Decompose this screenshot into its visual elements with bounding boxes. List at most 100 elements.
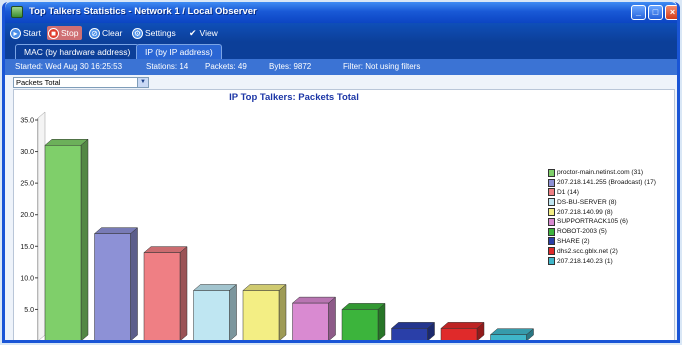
status-bar: Started: Wed Aug 30 16:25:53 Stations: 1… — [5, 59, 677, 75]
bar-top — [440, 322, 485, 329]
legend-swatch — [548, 247, 555, 256]
bar-top — [489, 328, 535, 335]
chevron-down-icon[interactable]: ▼ — [137, 78, 148, 87]
y-tick-label: 30.0 — [20, 149, 34, 156]
view-button[interactable]: ✔ View — [189, 26, 218, 40]
bar-side — [229, 283, 237, 340]
y-tick-label: 15.0 — [20, 244, 34, 251]
bar-top — [44, 139, 89, 146]
tab-bar: MAC (by hardware address) IP (by IP addr… — [5, 42, 677, 59]
bar-side — [328, 296, 336, 340]
y-tick-label: 25.0 — [20, 181, 34, 188]
legend-label: 207.218.140.23 (1) — [557, 257, 613, 265]
legend-label: dhs2.scc.gblx.net (2) — [557, 247, 618, 255]
legend-label: 207.218.140.99 (8) — [557, 208, 613, 216]
app-window: Top Talkers Statistics - Network 1 / Loc… — [2, 2, 680, 343]
bar — [44, 145, 82, 340]
settings-icon: ⚙ — [132, 27, 143, 39]
stop-label: Stop — [61, 28, 79, 38]
legend-swatch — [548, 188, 555, 197]
bar-top — [291, 296, 337, 304]
bar — [391, 328, 428, 340]
bar — [143, 252, 181, 340]
legend-label: proctor-main.netinst.com (31) — [557, 169, 644, 177]
title-bar[interactable]: Top Talkers Statistics - Network 1 / Loc… — [5, 2, 677, 23]
metric-select[interactable]: Packets Total ▼ — [13, 77, 149, 88]
metric-select-value: Packets Total — [16, 78, 61, 87]
bar-side — [130, 227, 138, 340]
legend-item: DS-BU-SERVER (8) — [548, 197, 676, 207]
settings-label: Settings — [145, 28, 176, 38]
legend-label: SHARE (2) — [557, 237, 590, 245]
legend-item: proctor-main.netinst.com (31) — [548, 168, 676, 178]
window-title: Top Talkers Statistics - Network 1 / Loc… — [29, 6, 257, 17]
app-icon — [11, 6, 23, 18]
bar — [193, 290, 230, 340]
legend-swatch — [548, 198, 555, 207]
legend-item: ROBOT-2003 (5) — [548, 227, 676, 237]
view-label: View — [199, 28, 218, 38]
y-tick-label: 20.0 — [20, 212, 34, 219]
chart-area: IP Top Talkers: Packets Total 35.0 30.0 25… — [13, 89, 676, 340]
bar — [94, 233, 131, 340]
legend-swatch — [548, 227, 555, 236]
legend-item: 207.218.141.255 (Broadcast) (17) — [548, 178, 676, 188]
legend-label: DS-BU-SERVER (8) — [557, 198, 617, 206]
legend-swatch — [548, 208, 555, 217]
legend-item: dhs2.scc.gblx.net (2) — [548, 246, 676, 256]
tab-ip[interactable]: IP (by IP address) — [136, 44, 222, 59]
bar-top — [390, 322, 436, 329]
clear-label: Clear — [102, 28, 123, 38]
legend-label: ROBOT-2003 (5) — [557, 228, 607, 236]
status-stations: Stations: 14 — [146, 62, 189, 71]
view-check-icon: ✔ — [189, 27, 197, 38]
legend-swatch — [548, 168, 555, 177]
legend-swatch — [548, 257, 555, 266]
chart-back-wall — [37, 111, 46, 340]
legend-label: 207.218.141.255 (Broadcast) (17) — [557, 179, 656, 187]
bar — [292, 302, 329, 340]
play-icon: ▸ — [10, 27, 21, 39]
legend-item: SUPPORTRACK105 (6) — [548, 217, 676, 227]
bar-top — [143, 246, 188, 253]
y-tick-label: 5.0 — [24, 307, 34, 314]
minimize-button[interactable]: _ — [631, 5, 646, 20]
chart-legend: proctor-main.netinst.com (31) 207.218.141… — [548, 168, 676, 266]
clear-button[interactable]: ⊘ Clear — [89, 26, 122, 40]
y-tick-label: 10.0 — [20, 275, 34, 282]
legend-item: D1 (14) — [548, 188, 676, 198]
bar — [440, 328, 478, 340]
bar-side — [179, 246, 188, 340]
settings-button[interactable]: ⚙ Settings — [132, 26, 176, 40]
legend-swatch — [548, 178, 555, 187]
bar-side — [80, 138, 89, 340]
close-button[interactable]: × — [665, 5, 677, 20]
bar-chart: 35.0 30.0 25.0 20.0 15.0 10.0 5.0 — [20, 111, 535, 340]
legend-swatch — [548, 217, 555, 226]
bar-top — [341, 303, 386, 310]
clear-icon: ⊘ — [89, 27, 100, 39]
start-label: Start — [23, 28, 41, 38]
stop-icon: ■ — [48, 27, 59, 39]
toolbar: ▸ Start ■ Stop ⊘ Clear ⚙ Settings ✔ View — [5, 23, 677, 42]
bar-side — [278, 283, 287, 340]
legend-item: SHARE (2) — [548, 237, 676, 247]
bar-top — [93, 227, 139, 234]
bar — [242, 290, 280, 340]
tab-mac[interactable]: MAC (by hardware address) — [15, 44, 140, 59]
bar-top — [242, 284, 287, 291]
status-started: Started: Wed Aug 30 16:25:53 — [15, 62, 123, 71]
legend-item: 207.218.140.23 (1) — [548, 256, 676, 266]
start-button[interactable]: ▸ Start — [10, 26, 41, 40]
status-packets: Packets: 49 — [205, 62, 247, 71]
legend-item: 207.218.140.99 (8) — [548, 207, 676, 217]
stop-button[interactable]: ■ Stop — [47, 26, 82, 40]
maximize-button[interactable]: □ — [648, 5, 663, 20]
bar-side — [377, 302, 386, 340]
bar — [490, 334, 527, 340]
y-tick-label: 35.0 — [20, 118, 34, 125]
legend-label: D1 (14) — [557, 188, 579, 196]
legend-swatch — [548, 237, 555, 246]
bar — [341, 309, 379, 340]
legend-label: SUPPORTRACK105 (6) — [557, 218, 628, 226]
